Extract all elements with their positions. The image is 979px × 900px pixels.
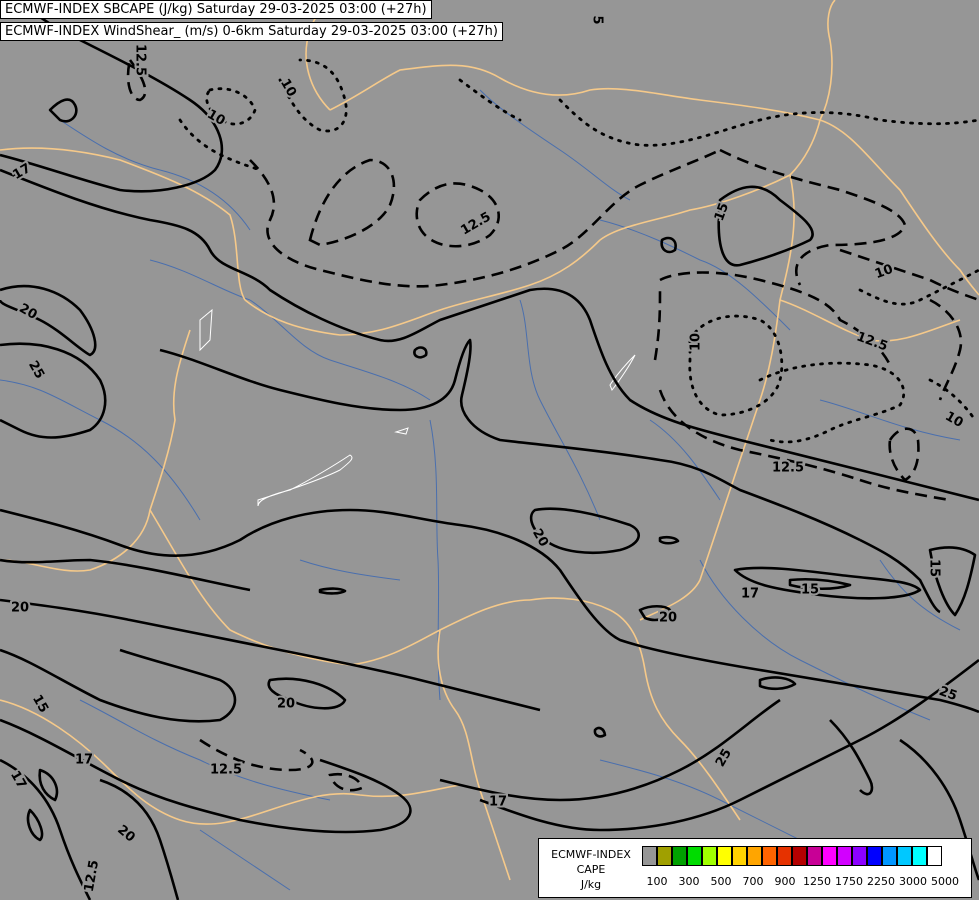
contour-label: 10: [873, 262, 895, 282]
contour-label: 25: [25, 358, 47, 381]
contour-label: 12.5: [458, 209, 493, 238]
contour-label: 10: [942, 409, 965, 431]
header-cape: ECMWF-INDEX SBCAPE (J/kg) Saturday 29-03…: [0, 0, 432, 19]
legend-tick-label: 500: [710, 875, 732, 888]
contour-label: 10: [204, 107, 227, 129]
contour-label: 12.5: [772, 461, 804, 476]
contour-label: 12.5: [133, 44, 148, 76]
contour-label: 20: [659, 611, 677, 626]
contour-label: 12.5: [854, 329, 889, 354]
contour-label: 17: [741, 587, 759, 602]
legend-title-line1: ECMWF-INDEX: [551, 848, 631, 861]
contour-label: 20: [277, 697, 295, 712]
contour-label: 20: [11, 601, 29, 616]
legend-tick-label: 900: [774, 875, 796, 888]
legend-swatch: [777, 846, 792, 866]
rivers: [0, 89, 961, 891]
legend-swatch: [762, 846, 777, 866]
legend-tick-label: 100: [646, 875, 668, 888]
legend-swatch: [807, 846, 822, 866]
contour-label: 12.5: [210, 763, 242, 778]
contour-label: 20: [16, 301, 39, 323]
legend-tick-label: 3000: [899, 875, 927, 888]
legend-title: ECMWF-INDEX CAPE J/kg: [543, 847, 639, 892]
legend-swatch: [897, 846, 912, 866]
legend-swatch: [642, 846, 657, 866]
legend-swatch: [657, 846, 672, 866]
legend-swatch: [867, 846, 882, 866]
legend-swatch: [702, 846, 717, 866]
contour-label: 12.5: [82, 859, 102, 893]
cape-legend: ECMWF-INDEX CAPE J/kg 100 300 500 700 900 125…: [538, 838, 972, 898]
legend-swatch: [852, 846, 867, 866]
legend-swatch: [882, 846, 897, 866]
legend-color-scale: [642, 846, 942, 866]
map-canvas: 512.510101712.5 1510102012.5251012.52017 1…: [0, 0, 979, 900]
dotted-contours: [178, 58, 979, 444]
legend-title-line2: CAPE: [576, 863, 606, 876]
contour-label: 17: [7, 768, 29, 791]
header-windshear: ECMWF-INDEX WindShear_ (m/s) 0-6km Satur…: [0, 22, 503, 41]
legend-tick-label: 700: [742, 875, 764, 888]
contour-label: 17: [75, 753, 93, 768]
contour-label: 10: [689, 333, 704, 351]
legend-swatch: [792, 846, 807, 866]
country-borders: [0, 0, 979, 881]
contour-label: 25: [713, 746, 735, 769]
legend-swatch: [927, 846, 942, 866]
contour-label: 17: [489, 795, 507, 810]
legend-swatch: [822, 846, 837, 866]
shear-contours: [0, 0, 979, 900]
legend-tick-label: 1750: [835, 875, 863, 888]
legend-title-line3: J/kg: [580, 878, 602, 891]
legend-swatch: [717, 846, 732, 866]
legend-tick-label: 300: [678, 875, 700, 888]
legend-swatch: [837, 846, 852, 866]
legend-tick-label: 1250: [803, 875, 831, 888]
contour-label: 15: [927, 559, 942, 577]
legend-swatch: [672, 846, 687, 866]
legend-tick-label: 5000: [931, 875, 959, 888]
contour-label: 15: [801, 583, 819, 598]
legend-swatch: [732, 846, 747, 866]
legend-swatch: [687, 846, 702, 866]
legend-swatch: [747, 846, 762, 866]
legend-swatch: [912, 846, 927, 866]
contour-label: 20: [114, 822, 138, 845]
contour-label-group: 512.510101712.5 1510102012.5251012.52017 1…: [5, 13, 968, 895]
legend-tick-labels: 100 300 500 700 900 1250 1750 2250 3000 5000: [639, 875, 969, 889]
legend-tick-label: 2250: [867, 875, 895, 888]
contour-label: 5: [590, 15, 605, 24]
